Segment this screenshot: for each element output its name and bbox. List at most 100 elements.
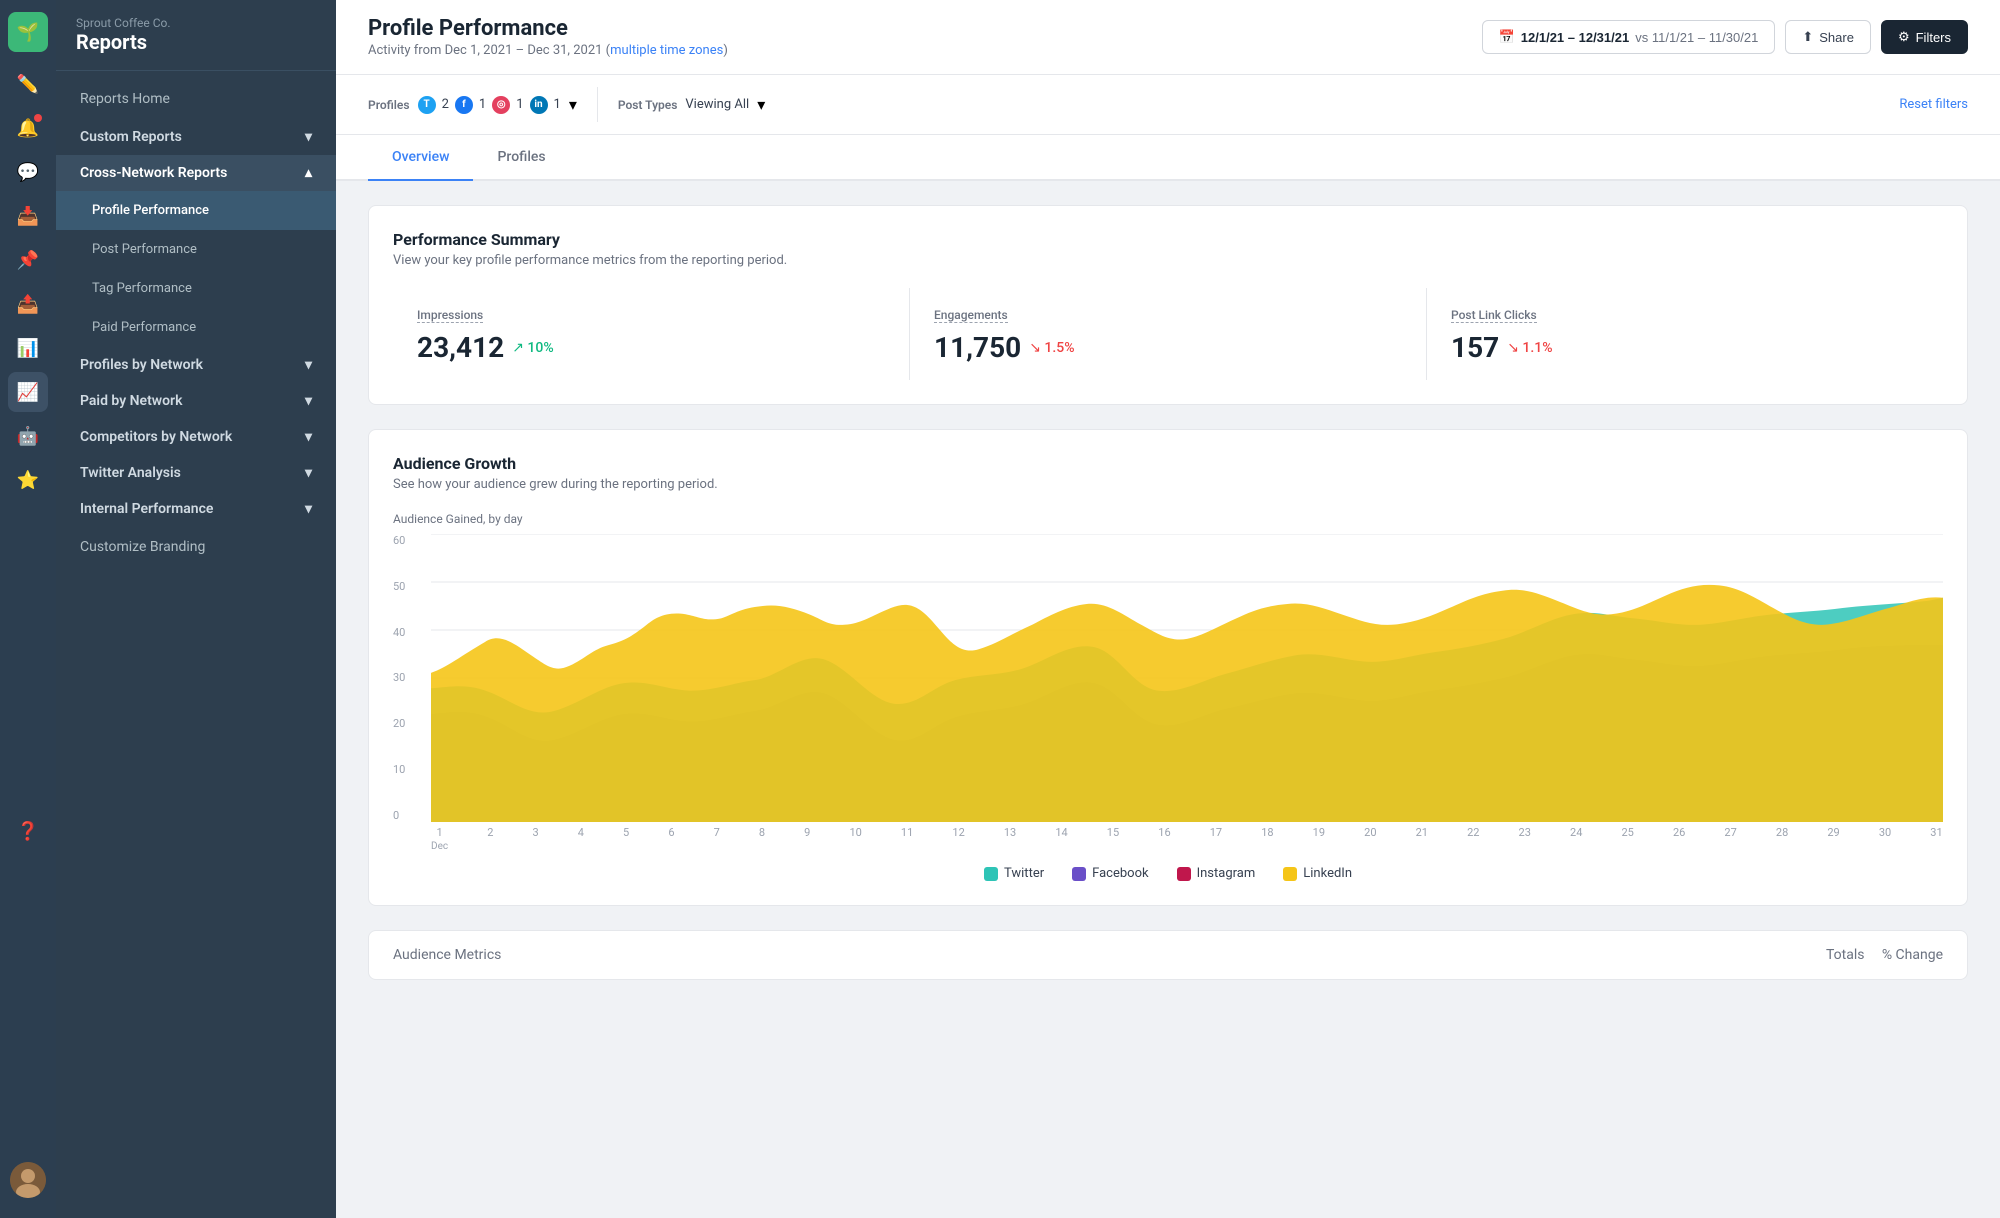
reset-filters-button[interactable]: Reset filters bbox=[1899, 97, 1968, 112]
timezone-link[interactable]: multiple time zones bbox=[610, 43, 723, 58]
filters-button[interactable]: ⚙ Filters bbox=[1881, 20, 1968, 54]
messages-icon[interactable]: 💬 bbox=[8, 152, 48, 192]
post-link-clicks-label[interactable]: Post Link Clicks bbox=[1451, 308, 1537, 323]
sidebar-item-paid-performance[interactable]: Paid Performance bbox=[56, 308, 336, 347]
x-label-21: 21 bbox=[1416, 826, 1428, 839]
profiles-filter[interactable]: Profiles T 2 f 1 ◎ 1 in 1 ▾ bbox=[368, 87, 598, 122]
y-label-50: 50 bbox=[393, 580, 405, 593]
legend-instagram: Instagram bbox=[1177, 866, 1256, 881]
share-button[interactable]: ⬆ Share bbox=[1785, 20, 1871, 54]
chevron-down-icon: ▾ bbox=[305, 357, 312, 373]
y-label-40: 40 bbox=[393, 626, 405, 639]
sidebar-item-profile-performance[interactable]: Profile Performance bbox=[56, 191, 336, 230]
legend-linkedin: LinkedIn bbox=[1283, 866, 1352, 881]
audience-growth-card: Audience Growth See how your audience gr… bbox=[368, 429, 1968, 906]
legend-twitter: Twitter bbox=[984, 866, 1044, 881]
impressions-change: ↗ 10% bbox=[512, 340, 553, 356]
impressions-metric: Impressions 23,412 ↗ 10% bbox=[393, 288, 910, 380]
x-label-29: 29 bbox=[1827, 826, 1839, 839]
sidebar-item-reports-home[interactable]: Reports Home bbox=[56, 79, 336, 119]
publishing-icon[interactable]: 📤 bbox=[8, 284, 48, 324]
audience-metrics-label: Audience Metrics bbox=[393, 947, 501, 963]
sidebar-item-post-performance[interactable]: Post Performance bbox=[56, 230, 336, 269]
inbox-icon[interactable]: 📥 bbox=[8, 196, 48, 236]
x-label-30: 30 bbox=[1879, 826, 1891, 839]
instagram-network-icon: ◎ bbox=[492, 96, 510, 114]
x-label-25: 25 bbox=[1621, 826, 1633, 839]
advocacy-icon[interactable]: ⭐ bbox=[8, 460, 48, 500]
x-label-1: 1Dec bbox=[431, 826, 448, 852]
tab-overview[interactable]: Overview bbox=[368, 135, 473, 181]
engagements-value: 11,750 ↘ 1.5% bbox=[934, 331, 1402, 364]
company-name: Sprout Coffee Co. bbox=[76, 16, 316, 30]
sidebar-item-internal-performance[interactable]: Internal Performance ▾ bbox=[56, 491, 336, 527]
automations-icon[interactable]: 🤖 bbox=[8, 416, 48, 456]
x-label-27: 27 bbox=[1724, 826, 1736, 839]
profiles-value: T 2 f 1 ◎ 1 in 1 bbox=[418, 96, 561, 114]
x-label-24: 24 bbox=[1570, 826, 1582, 839]
x-label-3: 3 bbox=[532, 826, 538, 839]
sidebar-nav: Reports Home Custom Reports ▾ Cross-Netw… bbox=[56, 71, 336, 1218]
sidebar-item-cross-network[interactable]: Cross-Network Reports ▴ bbox=[56, 155, 336, 191]
sidebar-item-profiles-by-network[interactable]: Profiles by Network ▾ bbox=[56, 347, 336, 383]
icon-rail: 🌱 ✏️ 🔔 💬 📥 📌 📤 📊 📈 🤖 ⭐ ❓ bbox=[0, 0, 56, 1218]
x-label-5: 5 bbox=[623, 826, 629, 839]
compose-icon[interactable]: ✏️ bbox=[8, 64, 48, 104]
avatar[interactable] bbox=[10, 1162, 46, 1198]
linkedin-network-icon: in bbox=[530, 96, 548, 114]
chevron-down-icon: ▾ bbox=[305, 129, 312, 145]
sidebar-item-paid-by-network[interactable]: Paid by Network ▾ bbox=[56, 383, 336, 419]
engagements-label[interactable]: Engagements bbox=[934, 308, 1008, 323]
sidebar-item-twitter-analysis[interactable]: Twitter Analysis ▾ bbox=[56, 455, 336, 491]
reports-icon[interactable]: 📈 bbox=[8, 372, 48, 412]
sidebar: Sprout Coffee Co. Reports Reports Home C… bbox=[56, 0, 336, 1218]
profiles-chevron-icon: ▾ bbox=[569, 95, 577, 114]
tasks-icon[interactable]: 📌 bbox=[8, 240, 48, 280]
chevron-down-icon: ▾ bbox=[305, 465, 312, 481]
post-link-clicks-change: ↘ 1.1% bbox=[1507, 340, 1552, 356]
audience-metrics-card: Audience Metrics Totals % Change bbox=[368, 930, 1968, 980]
notifications-icon[interactable]: 🔔 bbox=[8, 108, 48, 148]
filter-bar: Profiles T 2 f 1 ◎ 1 in 1 ▾ Post Types V… bbox=[336, 75, 2000, 135]
calendar-icon: 📅 bbox=[1499, 29, 1515, 45]
help-icon[interactable]: ❓ bbox=[8, 811, 48, 851]
x-label-26: 26 bbox=[1673, 826, 1685, 839]
post-link-clicks-value: 157 ↘ 1.1% bbox=[1451, 331, 1919, 364]
x-label-20: 20 bbox=[1364, 826, 1376, 839]
linkedin-legend-dot bbox=[1283, 867, 1297, 881]
performance-summary-card: Performance Summary View your key profil… bbox=[368, 205, 1968, 405]
facebook-network-icon: f bbox=[455, 96, 473, 114]
y-label-0: 0 bbox=[393, 809, 405, 822]
tab-profiles[interactable]: Profiles bbox=[473, 135, 569, 181]
x-label-19: 19 bbox=[1313, 826, 1325, 839]
topbar-actions: 📅 12/1/21 – 12/31/21 vs 11/1/21 – 11/30/… bbox=[1482, 20, 1968, 54]
listening-icon[interactable]: 📊 bbox=[8, 328, 48, 368]
post-types-chevron-icon: ▾ bbox=[757, 95, 765, 114]
linkedin-count: 1 bbox=[554, 97, 561, 112]
x-label-28: 28 bbox=[1776, 826, 1788, 839]
sidebar-item-competitors-by-network[interactable]: Competitors by Network ▾ bbox=[56, 419, 336, 455]
twitter-legend-dot bbox=[984, 867, 998, 881]
audience-chart: 60 50 40 30 20 10 0 1Dec 2 3 4 5 6 7 bbox=[393, 534, 1943, 854]
post-types-filter[interactable]: Post Types Viewing All ▾ bbox=[618, 87, 785, 122]
chevron-down-icon: ▾ bbox=[305, 501, 312, 517]
y-axis: 60 50 40 30 20 10 0 bbox=[393, 534, 409, 822]
instagram-legend-dot bbox=[1177, 867, 1191, 881]
sidebar-item-customize-branding[interactable]: Customize Branding bbox=[56, 527, 336, 567]
chevron-down-icon: ▾ bbox=[305, 393, 312, 409]
sidebar-item-custom-reports[interactable]: Custom Reports ▾ bbox=[56, 119, 336, 155]
x-label-15: 15 bbox=[1107, 826, 1119, 839]
x-label-2: 2 bbox=[487, 826, 493, 839]
x-label-11: 11 bbox=[901, 826, 913, 839]
legend-facebook: Facebook bbox=[1072, 866, 1148, 881]
impressions-label[interactable]: Impressions bbox=[417, 308, 483, 323]
sidebar-item-tag-performance[interactable]: Tag Performance bbox=[56, 269, 336, 308]
totals-label: Totals % Change bbox=[1826, 947, 1943, 963]
x-label-8: 8 bbox=[759, 826, 765, 839]
content-area: Performance Summary View your key profil… bbox=[336, 181, 2000, 1218]
chart-label: Audience Gained, by day bbox=[393, 512, 1943, 526]
performance-summary-subtitle: View your key profile performance metric… bbox=[393, 253, 1943, 268]
date-range-button[interactable]: 📅 12/1/21 – 12/31/21 vs 11/1/21 – 11/30/… bbox=[1482, 20, 1776, 54]
x-axis: 1Dec 2 3 4 5 6 7 8 9 10 11 12 13 14 15 1… bbox=[431, 826, 1943, 854]
metrics-row: Impressions 23,412 ↗ 10% Engagements 11,… bbox=[393, 288, 1943, 380]
